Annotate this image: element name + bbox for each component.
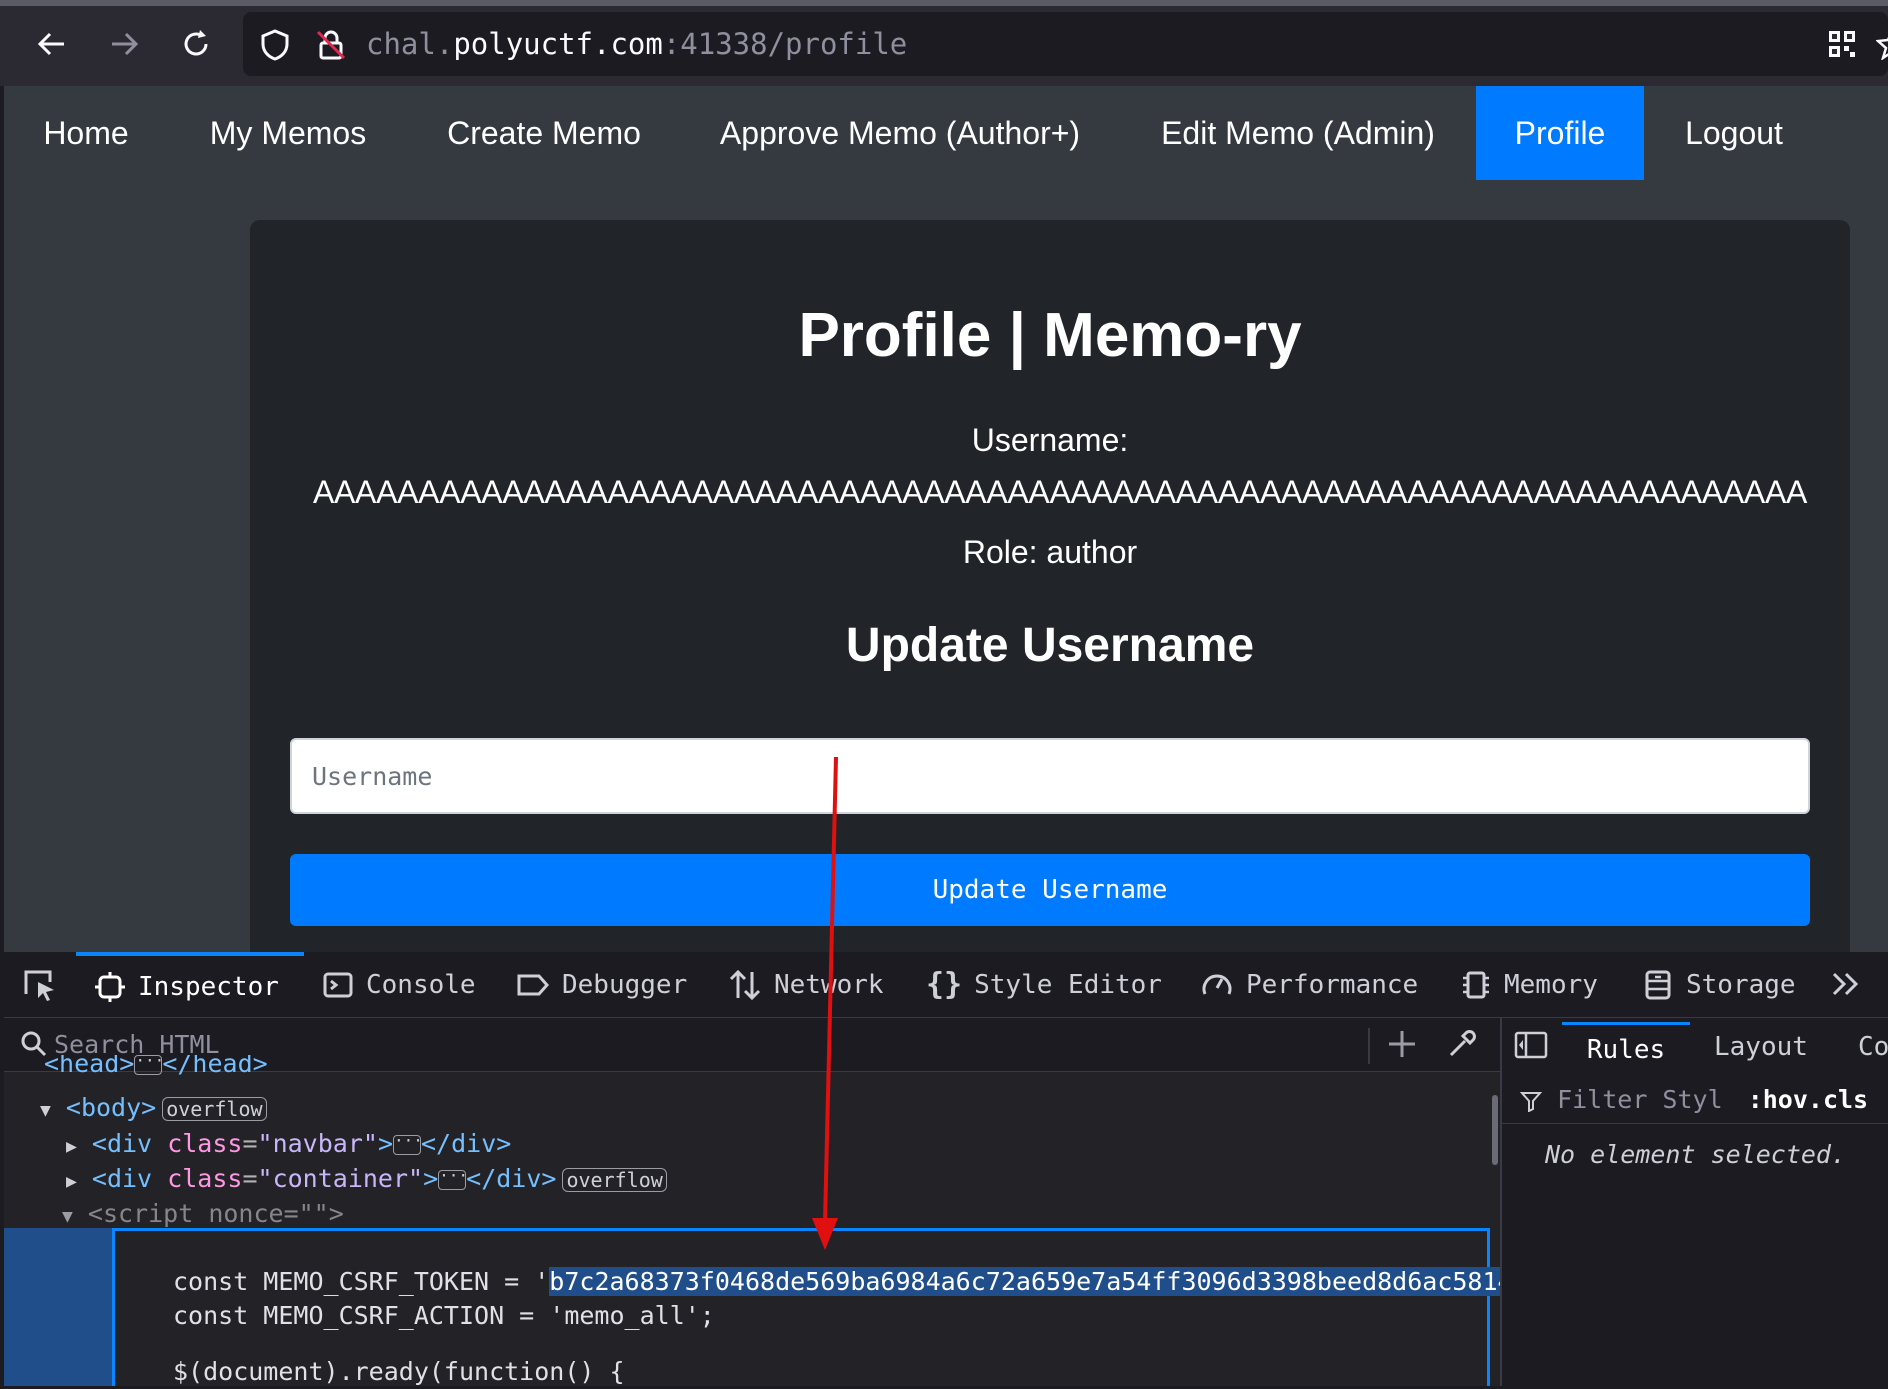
filter-funnel-icon — [1519, 1085, 1557, 1114]
nav-approve-memo[interactable]: Approve Memo (Author+) — [680, 86, 1120, 180]
qr-code-icon[interactable] — [1826, 28, 1858, 65]
debugger-icon — [517, 974, 550, 996]
username-input[interactable] — [290, 738, 1810, 814]
nav-logout[interactable]: Logout — [1644, 86, 1824, 180]
tab-console[interactable]: Console — [322, 952, 476, 1018]
inspector-icon — [95, 972, 125, 1002]
csrf-token-line: const MEMO_CSRF_TOKEN = 'b7c2a68373f0468… — [173, 1267, 1543, 1296]
script-content-box[interactable]: const MEMO_CSRF_TOKEN = 'b7c2a68373f0468… — [112, 1228, 1543, 1386]
collapsed-triangle-icon: ▶ — [66, 1136, 77, 1157]
forward-arrow-icon — [112, 32, 139, 56]
expanded-triangle-icon: ▼ — [62, 1206, 73, 1227]
markup-head-row[interactable]: <head>···</head> — [44, 1055, 268, 1075]
page-title: Profile | Memo-ry — [798, 301, 1302, 370]
no-element-message: No element selected. — [1545, 1140, 1847, 1169]
forward-button[interactable] — [94, 14, 154, 74]
tab-performance[interactable]: Performance — [1200, 952, 1418, 1018]
tab-computed[interactable]: Co — [1858, 1022, 1888, 1072]
hov-cls-toggle[interactable]: :hov.cls — [1748, 1085, 1868, 1114]
url-text[interactable]: chal.polyuctf.com:41338/profile — [366, 22, 907, 66]
csrf-token-value[interactable]: b7c2a68373f0468de569ba6984a6c72a659e7a54… — [549, 1267, 1513, 1296]
eyedropper-icon[interactable] — [1446, 1028, 1478, 1065]
update-username-button[interactable]: Update Username — [290, 854, 1810, 926]
tab-memory[interactable]: Memory — [1460, 952, 1598, 1018]
chip-icon — [1463, 971, 1489, 999]
tab-style-editor[interactable]: {} Style Editor — [926, 952, 1162, 1018]
reload-icon — [184, 30, 208, 56]
expanded-triangle-icon: ▼ — [40, 1100, 51, 1121]
collapsed-dots-icon: ··· — [134, 1055, 164, 1075]
back-button[interactable] — [22, 14, 82, 74]
more-tabs-chevron-icon[interactable] — [1828, 966, 1864, 1007]
nav-profile[interactable]: Profile — [1476, 86, 1644, 180]
markup-body-row[interactable]: ▼ <body> overflow — [40, 1090, 267, 1126]
tab-debugger[interactable]: Debugger — [516, 952, 687, 1018]
toggle-sidebar-icon[interactable] — [1514, 1030, 1548, 1065]
storage-icon — [1645, 970, 1671, 1000]
tab-network[interactable]: Network — [728, 952, 884, 1018]
role-text: Role: author — [962, 534, 1138, 570]
nav-my-memos[interactable]: My Memos — [168, 86, 408, 180]
tab-storage[interactable]: Storage — [1642, 952, 1796, 1018]
selected-row-highlight — [4, 1228, 112, 1386]
filter-styles-row: Filter Styl :hov.cls + — [1502, 1074, 1888, 1124]
update-username-heading: Update Username — [845, 619, 1255, 672]
csrf-action-line: const MEMO_CSRF_ACTION = 'memo_all'; — [173, 1301, 715, 1330]
username-label: Username: — [971, 422, 1129, 458]
markup-container-div-row[interactable]: ▶ <div class="container">···</div> overfl… — [66, 1161, 667, 1197]
tab-inspector[interactable]: Inspector — [76, 952, 304, 1018]
collapsed-dots-icon: ··· — [438, 1168, 468, 1190]
overflow-badge[interactable]: overflow — [162, 1097, 267, 1121]
nav-create-memo[interactable]: Create Memo — [408, 86, 680, 180]
collapsed-triangle-icon: ▶ — [66, 1171, 77, 1192]
overflow-badge[interactable]: overflow — [562, 1168, 667, 1192]
markup-script-row[interactable]: ▼ <script nonce=""> — [62, 1196, 344, 1232]
tab-layout[interactable]: Layout — [1714, 1022, 1808, 1072]
add-node-plus-icon[interactable] — [1386, 1028, 1418, 1065]
collapsed-dots-icon: ··· — [393, 1133, 423, 1155]
shield-icon[interactable] — [258, 28, 292, 67]
markup-scrollbar[interactable] — [1492, 1095, 1498, 1165]
console-icon — [323, 972, 353, 998]
bookmark-star-icon[interactable] — [1876, 28, 1888, 60]
back-arrow-icon — [37, 32, 64, 56]
nav-home[interactable]: Home — [4, 86, 168, 180]
markup-navbar-div-row[interactable]: ▶ <div class="navbar">···</div> — [66, 1126, 511, 1162]
braces-icon: {} — [926, 967, 963, 1002]
insecure-lock-icon[interactable] — [314, 28, 348, 67]
network-arrows-icon — [729, 969, 761, 1001]
nav-edit-memo[interactable]: Edit Memo (Admin) — [1120, 86, 1476, 180]
document-ready-line: $(document).ready(function() { — [173, 1357, 625, 1386]
element-picker-icon[interactable] — [20, 966, 58, 1009]
tab-rules[interactable]: Rules — [1562, 1022, 1690, 1072]
toolbar-divider — [1368, 1028, 1370, 1064]
reload-button[interactable] — [166, 14, 226, 74]
gauge-icon — [1202, 974, 1232, 995]
filter-styles-input[interactable]: Filter Styl — [1557, 1085, 1723, 1114]
username-value: AAAAAAAAAAAAAAAAAAAAAAAAAAAAAAAAAAAAAAAA… — [312, 474, 1808, 510]
